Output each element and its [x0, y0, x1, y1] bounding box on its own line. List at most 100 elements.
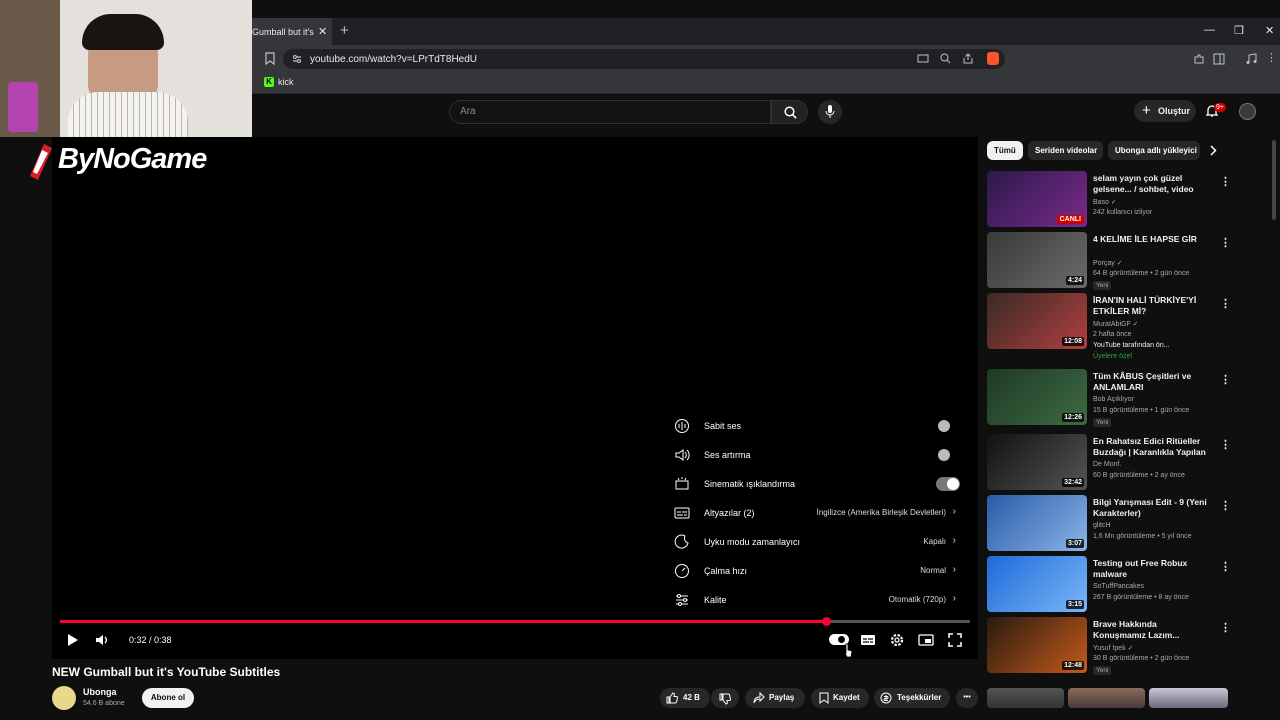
recommendation-item[interactable]: 12:48 Brave Hakkında Konuşmamız Lazım... Y…: [987, 617, 1237, 675]
site-info-icon[interactable]: [292, 54, 302, 64]
rec-menu-icon[interactable]: ⋮: [1220, 236, 1231, 249]
settings-item[interactable]: Ses artırma: [664, 441, 972, 469]
settings-item[interactable]: Sabit ses: [664, 412, 972, 440]
new-tab-icon[interactable]: +: [340, 22, 349, 39]
rec-meta: 242 kullanıcı izliyor: [1093, 209, 1153, 216]
voice-search-button[interactable]: [818, 100, 842, 124]
maximize-icon[interactable]: ❐: [1234, 24, 1244, 37]
rec-menu-icon[interactable]: ⋮: [1220, 560, 1231, 573]
like-button[interactable]: 42 B: [660, 688, 710, 708]
brave-shield-icon[interactable]: [987, 52, 999, 65]
play-icon[interactable]: [64, 632, 80, 648]
rec-thumb-partial[interactable]: [1068, 688, 1145, 708]
rec-menu-icon[interactable]: ⋮: [1220, 297, 1231, 310]
channel-avatar[interactable]: [52, 686, 76, 710]
settings-item-label: Altyazılar (2): [704, 508, 755, 518]
chip-uploader[interactable]: Ubonga adlı yükleyici: [1108, 141, 1200, 160]
settings-item[interactable]: Uyku modu zamanlayıcı Kapalı ›: [664, 528, 972, 556]
rec-channel[interactable]: SoTuffPancakes: [1093, 583, 1144, 590]
rec-thumbnail[interactable]: 12:26: [987, 369, 1087, 425]
rec-menu-icon[interactable]: ⋮: [1220, 438, 1231, 451]
share-page-icon[interactable]: [962, 53, 974, 64]
rec-title[interactable]: Bilgi Yarışması Edit - 9 (Yeni Karakterl…: [1093, 497, 1207, 519]
chip-all[interactable]: Tümü: [987, 141, 1023, 160]
dislike-button[interactable]: [711, 688, 739, 708]
fullscreen-icon[interactable]: [947, 632, 963, 648]
rec-menu-icon[interactable]: ⋮: [1220, 499, 1231, 512]
rec-channel[interactable]: Yusuf İpek ✓: [1093, 644, 1134, 652]
page-scrollbar[interactable]: [1272, 140, 1276, 220]
rec-channel[interactable]: Bob Açıklıyor: [1093, 396, 1134, 403]
settings-item[interactable]: Kalite Otomatik (720p) ›: [664, 586, 972, 614]
rec-thumbnail[interactable]: 32:42: [987, 434, 1087, 490]
toggle-switch[interactable]: [938, 420, 950, 432]
minimize-icon[interactable]: —: [1204, 24, 1215, 36]
recommendation-item[interactable]: 12:08 İRAN'IN HALİ TÜRKİYE'Yİ ETKİLER Mİ?…: [987, 293, 1237, 360]
recommendation-item[interactable]: 4:24 4 KELİME İLE HAPSE GİR Porçay ✓ 64 B g…: [987, 232, 1237, 290]
recommendation-item[interactable]: CANLI selam yayın çok güzel gelsene... / …: [987, 171, 1237, 229]
rec-thumb-partial[interactable]: [987, 688, 1064, 708]
rec-channel[interactable]: De Monf.: [1093, 461, 1121, 468]
chevron-right-icon[interactable]: [1209, 145, 1217, 156]
captions-icon[interactable]: [860, 632, 876, 648]
volume-icon[interactable]: [94, 632, 110, 648]
recommendation-item[interactable]: 12:26 Tüm KÂBUS Çeşitleri ve ANLAMLARI Bob…: [987, 369, 1237, 427]
rec-thumbnail[interactable]: CANLI: [987, 171, 1087, 227]
rec-title[interactable]: İRAN'IN HALİ TÜRKİYE'Yİ ETKİLER Mİ? @Yus…: [1093, 295, 1207, 318]
rec-title[interactable]: 4 KELİME İLE HAPSE GİR: [1093, 234, 1207, 245]
rec-thumbnail[interactable]: 3:07: [987, 495, 1087, 551]
chevron-right-icon: ›: [952, 506, 956, 517]
channel-name[interactable]: Ubonga: [83, 687, 117, 697]
rec-thumbnail[interactable]: 12:08: [987, 293, 1087, 349]
more-actions-button[interactable]: •••: [956, 688, 978, 708]
recommendation-item[interactable]: 3:07 Bilgi Yarışması Edit - 9 (Yeni Karak…: [987, 495, 1237, 553]
recommendation-item[interactable]: 32:42 En Rahatsız Edici Ritüeller Buzdağı…: [987, 434, 1237, 492]
rec-thumbnail[interactable]: 4:24: [987, 232, 1087, 288]
duration-badge: 12:08: [1062, 337, 1084, 346]
search-input[interactable]: [449, 100, 771, 124]
rec-title[interactable]: En Rahatsız Edici Ritüeller Buzdağı | Ka…: [1093, 436, 1207, 459]
progress-bar[interactable]: [60, 617, 970, 626]
rec-channel[interactable]: Porçay ✓: [1093, 259, 1123, 267]
rec-title[interactable]: selam yayın çok güzel gelsene... / sohbe…: [1093, 173, 1207, 196]
media-control-icon[interactable]: [1245, 53, 1257, 65]
thanks-button[interactable]: Teşekkürler: [874, 688, 950, 708]
rec-channel[interactable]: glitcH: [1093, 522, 1111, 529]
settings-item[interactable]: Çalma hızı Normal ›: [664, 557, 972, 585]
rec-menu-icon[interactable]: ⋮: [1220, 373, 1231, 386]
rec-channel[interactable]: MuratAbiGF ✓: [1093, 320, 1139, 328]
rec-thumb-partial[interactable]: [1149, 688, 1228, 708]
settings-item[interactable]: Altyazılar (2) İngilizce (Amerika Birleşi…: [664, 499, 972, 527]
rec-thumbnail[interactable]: 3:15: [987, 556, 1087, 612]
settings-menu: Sabit ses Ses artırma Sinematik ışıklandır…: [664, 412, 972, 617]
subscribe-button[interactable]: Abone ol: [142, 688, 194, 708]
cast-icon[interactable]: [917, 54, 929, 64]
account-avatar[interactable]: [1239, 103, 1256, 120]
rec-thumbnail[interactable]: 12:48: [987, 617, 1087, 673]
search-button[interactable]: [771, 100, 808, 124]
recommendation-item[interactable]: 3:15 Testing out Free Robux malware SoTuff…: [987, 556, 1237, 614]
theater-mode-icon[interactable]: [918, 632, 934, 648]
sidebar-toggle-icon[interactable]: [1213, 53, 1225, 65]
rec-menu-icon[interactable]: ⋮: [1220, 621, 1231, 634]
browser-menu-icon[interactable]: ⋮: [1266, 52, 1277, 64]
bookmark-kick[interactable]: kick: [278, 77, 294, 87]
window-close-icon[interactable]: ✕: [1265, 24, 1274, 37]
rec-title[interactable]: Brave Hakkında Konuşmamız Lazım...: [1093, 619, 1207, 641]
rec-title[interactable]: Testing out Free Robux malware: [1093, 558, 1207, 580]
rec-title[interactable]: Tüm KÂBUS Çeşitleri ve ANLAMLARI: [1093, 371, 1207, 393]
toggle-switch[interactable]: [936, 477, 960, 491]
extensions-icon[interactable]: [1193, 53, 1205, 65]
chip-series[interactable]: Seriden videolar: [1028, 141, 1103, 160]
bookmark-icon[interactable]: [265, 52, 275, 65]
toggle-switch[interactable]: [938, 449, 950, 461]
tab-close-icon[interactable]: ✕: [318, 25, 327, 38]
settings-gear-icon[interactable]: [889, 632, 905, 648]
rec-menu-icon[interactable]: ⋮: [1220, 175, 1231, 188]
rec-channel[interactable]: Baso ✓: [1093, 198, 1117, 206]
share-button[interactable]: Paylaş: [745, 688, 805, 708]
save-button[interactable]: Kaydet: [811, 688, 869, 708]
zoom-icon[interactable]: [940, 53, 951, 64]
settings-item[interactable]: Sinematik ışıklandırma: [664, 470, 972, 498]
live-badge: CANLI: [1056, 215, 1084, 224]
